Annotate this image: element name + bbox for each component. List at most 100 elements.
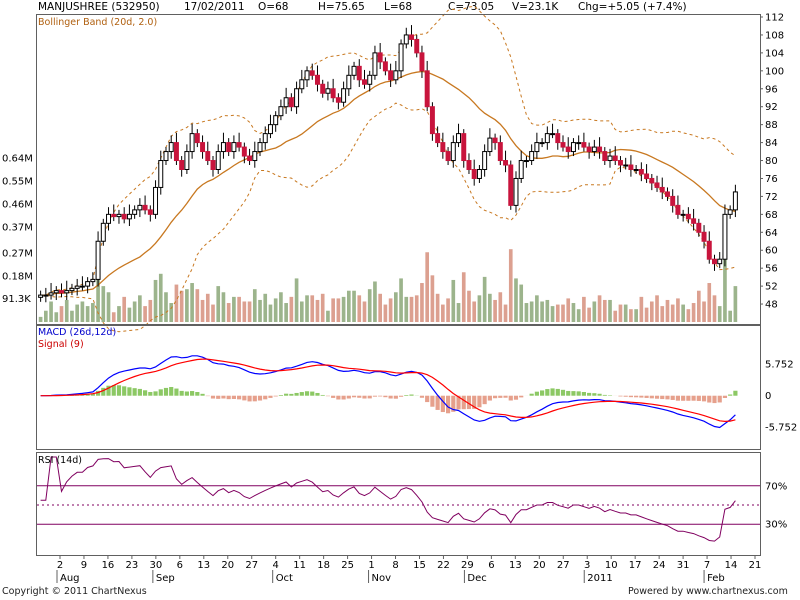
- bollinger-lower-band: [40, 102, 736, 333]
- date-tick-label: 29: [461, 560, 474, 571]
- macd-histogram-bar: [299, 392, 304, 396]
- macd-histogram-bar: [388, 395, 393, 399]
- copyright-text: Copyright © 2011 ChartNexus: [2, 586, 147, 597]
- candle-body: [320, 83, 326, 94]
- candle-body: [111, 213, 117, 218]
- macd-histogram-bar: [268, 395, 273, 398]
- macd-histogram-bar: [137, 388, 142, 396]
- date-tick-label: 9: [81, 560, 87, 571]
- volume-bar: [446, 298, 450, 322]
- candle-body: [685, 213, 691, 220]
- macd-histogram-bar: [644, 395, 649, 398]
- macd-histogram-bar: [184, 391, 189, 396]
- volume-bar: [655, 295, 659, 322]
- volume-bar: [712, 295, 717, 322]
- candle-body: [288, 97, 294, 108]
- candle-body: [664, 191, 670, 197]
- macd-histogram-bar: [200, 393, 205, 396]
- volume-bar: [702, 301, 706, 322]
- candle-body: [691, 218, 697, 224]
- macd-histogram-bar: [372, 395, 378, 397]
- date-tick-label: 16: [102, 560, 115, 571]
- volume-bar: [404, 296, 409, 322]
- volume-bar: [576, 309, 581, 322]
- macd-histogram-bar: [628, 395, 633, 398]
- volume-bar: [561, 304, 565, 322]
- volume-bar: [634, 309, 638, 322]
- macd-histogram-bar: [174, 388, 179, 396]
- macd-histogram-bar: [226, 395, 231, 400]
- volume-bar: [331, 298, 335, 322]
- macd-histogram-bar: [477, 395, 482, 408]
- volume-bar: [336, 298, 341, 322]
- macd-histogram-bar: [482, 395, 487, 405]
- volume-bar: [623, 304, 628, 322]
- volume-bar: [143, 306, 147, 322]
- macd-histogram-bar: [304, 391, 310, 396]
- macd-histogram-bar: [733, 390, 738, 396]
- volume-bar: [164, 292, 168, 322]
- volume-bar: [284, 303, 288, 322]
- candle-body: [450, 142, 456, 162]
- candle-body: [659, 186, 665, 193]
- candle-body: [544, 133, 550, 144]
- volume-bar: [258, 299, 262, 322]
- volume-bar: [482, 276, 487, 322]
- candle-body: [304, 70, 310, 81]
- candle-body: [247, 155, 253, 162]
- stock-chart[interactable]: 485256606468727680848892961001041081120.…: [0, 0, 800, 600]
- volume-bar: [122, 296, 127, 322]
- rsi-tick-label: 30%: [765, 520, 787, 531]
- volume-bar: [49, 301, 53, 322]
- macd-histogram-bar: [257, 395, 263, 401]
- volume-bar: [75, 304, 80, 322]
- candle-body: [356, 65, 362, 81]
- volume-bar: [59, 306, 64, 322]
- date-tick-label: 2: [57, 560, 63, 571]
- macd-histogram-bar: [294, 392, 299, 396]
- month-label: Oct: [276, 573, 293, 584]
- candle-body: [476, 169, 482, 179]
- macd-histogram-bar: [289, 393, 294, 396]
- volume-bar: [383, 304, 388, 322]
- volume-bar: [111, 312, 116, 322]
- candle-body: [346, 74, 352, 90]
- candle-body: [403, 34, 409, 45]
- price-panel-frame: [36, 14, 761, 325]
- macd-histogram-bar: [278, 395, 283, 396]
- macd-histogram-bar: [284, 393, 289, 396]
- macd-histogram-bar: [571, 391, 576, 396]
- macd-histogram-bar: [649, 395, 654, 399]
- candle-body: [85, 281, 91, 287]
- candle-body: [179, 160, 185, 171]
- macd-histogram-bar: [158, 389, 163, 396]
- macd-histogram-bar: [263, 395, 268, 400]
- macd-histogram-bar: [132, 388, 137, 396]
- rsi-panel-frame: [36, 452, 761, 556]
- macd-histogram-bar: [357, 395, 362, 398]
- volume-bar: [676, 298, 680, 322]
- candle-body: [586, 146, 592, 153]
- candle-body: [59, 290, 64, 294]
- macd-tick-label: 0: [765, 391, 771, 402]
- candle-body: [53, 290, 59, 294]
- macd-tick-label: 5.752: [765, 360, 794, 371]
- candle-body: [116, 213, 122, 218]
- signal-label: Signal (9): [38, 339, 84, 350]
- volume-bar: [54, 312, 59, 322]
- macd-histogram-bar: [513, 395, 519, 400]
- price-tick-label: 48: [765, 300, 778, 311]
- date-tick-label: 24: [653, 560, 666, 571]
- macd-histogram-bar: [127, 387, 132, 396]
- candle-body: [95, 240, 101, 280]
- macd-histogram-bar: [623, 395, 628, 397]
- volume-bar: [493, 299, 497, 322]
- month-label: Dec: [467, 573, 486, 584]
- candle-body: [607, 155, 613, 162]
- powered-by-text: Powered by www.chartnexus.com: [628, 586, 788, 597]
- candle-body: [273, 115, 279, 126]
- candle-body: [147, 209, 153, 215]
- candle-body: [518, 160, 524, 179]
- date-tick-label: 21: [749, 560, 762, 571]
- candle-body: [727, 209, 733, 215]
